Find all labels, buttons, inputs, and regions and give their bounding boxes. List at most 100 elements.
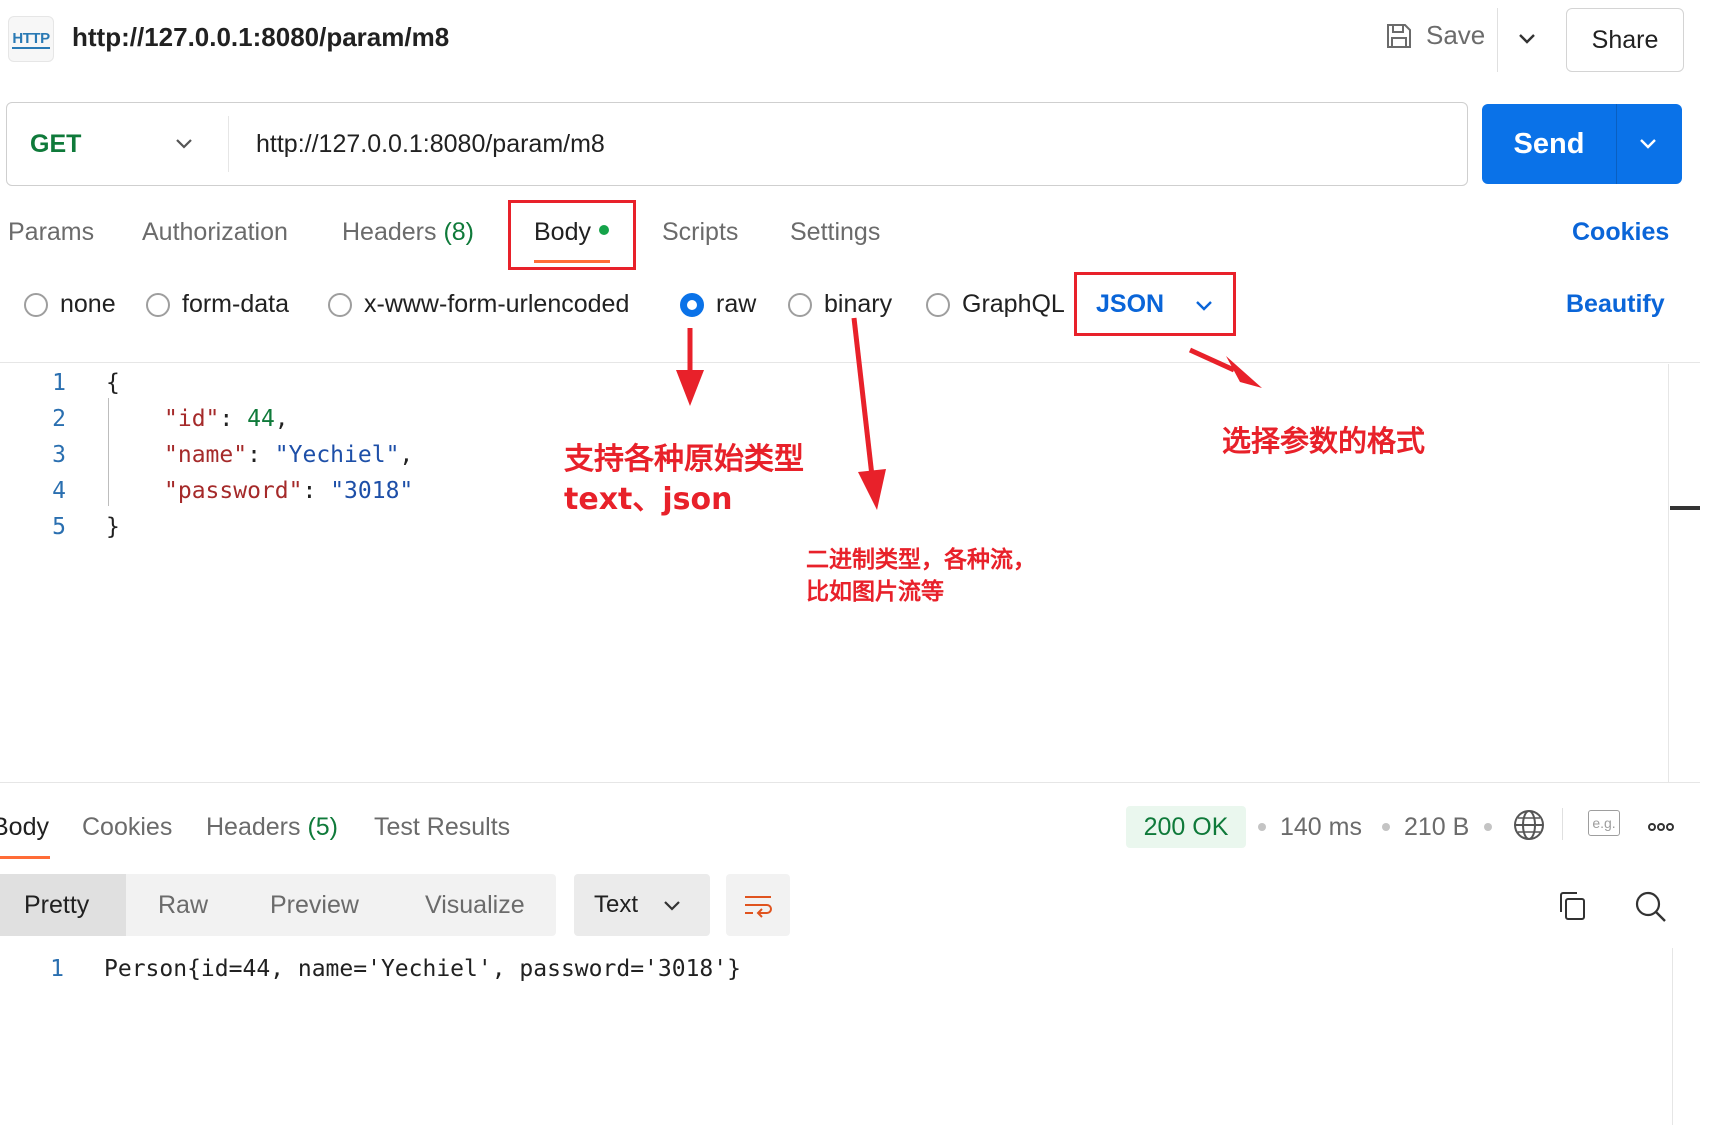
tab-headers-label: Headers (342, 218, 437, 246)
json-value-id: 44 (247, 406, 275, 432)
meta-separator (1258, 823, 1266, 831)
response-line-number: 1 (50, 956, 64, 982)
json-value-password: "3018" (330, 478, 414, 504)
code-line[interactable]: } (106, 514, 120, 540)
line-number: 3 (52, 442, 66, 468)
http-icon-label: HTTP (12, 29, 50, 49)
radio-none-circle[interactable] (24, 292, 48, 317)
response-size[interactable]: 210 B (1404, 813, 1469, 842)
search-icon[interactable] (1634, 890, 1668, 924)
chevron-down-icon[interactable] (1634, 130, 1662, 158)
radio-urlencoded-label: x-www-form-urlencoded (364, 290, 630, 318)
response-tab-body[interactable]: Body (0, 813, 49, 842)
url-bar (6, 102, 1468, 186)
annotation-raw-line1: 支持各种原始类型 (564, 442, 804, 477)
example-icon[interactable]: e.g. (1588, 810, 1620, 836)
radio-none-label: none (60, 290, 116, 318)
annotation-format: 选择参数的格式 (1222, 424, 1426, 458)
radio-binary-label: binary (824, 290, 893, 318)
http-request-icon: HTTP (8, 16, 54, 62)
code-line[interactable]: "password": "3018" (164, 478, 413, 504)
response-format-select[interactable]: Text (574, 874, 710, 936)
response-content[interactable]: Person{id=44, name='Yechiel', password='… (104, 956, 741, 982)
copy-icon[interactable] (1556, 890, 1588, 922)
line-number: 1 (52, 370, 66, 396)
view-visualize[interactable]: Visualize (425, 874, 525, 936)
save-label: Save (1426, 20, 1486, 50)
globe-icon[interactable] (1512, 808, 1546, 842)
radio-raw[interactable]: raw (680, 290, 756, 319)
save-icon (1387, 23, 1411, 48)
tab-scripts[interactable]: Scripts (662, 218, 738, 247)
response-tab-headers[interactable]: Headers (5) (206, 813, 338, 842)
url-input[interactable]: http://127.0.0.1:8080/param/m8 (256, 130, 605, 159)
more-icon[interactable] (1646, 812, 1676, 842)
editor-bottom-border (0, 782, 1700, 783)
chevron-down-icon[interactable] (170, 130, 198, 158)
response-active-tab-indicator (0, 856, 50, 859)
cookies-link[interactable]: Cookies (1572, 218, 1669, 247)
response-headers-count: (5) (307, 813, 339, 841)
editor-scroll-marker (1670, 506, 1700, 510)
tab-params[interactable]: Params (8, 218, 94, 247)
line-number: 5 (52, 514, 66, 540)
share-button[interactable]: Share (1566, 8, 1684, 72)
tab-headers[interactable]: Headers (8) (342, 218, 474, 247)
line-number: 2 (52, 406, 66, 432)
view-preview[interactable]: Preview (270, 874, 359, 936)
json-value-name: "Yechiel" (274, 442, 400, 468)
tab-authorization[interactable]: Authorization (142, 218, 288, 247)
annotation-raw-line2: text、json (564, 482, 733, 517)
radio-urlencoded-circle[interactable] (328, 292, 352, 317)
method-select[interactable]: GET (30, 130, 81, 159)
wrap-lines-button[interactable] (726, 874, 790, 936)
chevron-down-icon (664, 901, 680, 911)
radio-graphql-circle[interactable] (926, 292, 950, 317)
send-separator (1616, 104, 1617, 184)
json-key-password: "password" (164, 478, 303, 504)
view-pretty[interactable]: Pretty (0, 874, 126, 936)
meta-divider (1562, 808, 1563, 840)
radio-urlencoded[interactable]: x-www-form-urlencoded (328, 290, 629, 319)
send-button[interactable]: Send (1482, 104, 1616, 184)
annotation-box-json (1074, 272, 1236, 336)
annotation-binary-line2: 比如图片流等 (806, 579, 944, 605)
beautify-link[interactable]: Beautify (1566, 290, 1665, 319)
status-badge[interactable]: 200 OK (1126, 806, 1246, 848)
radio-form-data-label: form-data (182, 290, 289, 318)
response-tab-headers-label: Headers (206, 813, 301, 841)
indent-guide (108, 398, 109, 506)
code-line[interactable]: { (106, 370, 120, 396)
radio-binary[interactable]: binary (788, 290, 892, 319)
header-divider (1497, 8, 1498, 72)
line-number: 4 (52, 478, 66, 504)
radio-raw-circle[interactable] (680, 292, 704, 317)
tab-headers-count: (8) (443, 218, 475, 246)
response-tab-cookies[interactable]: Cookies (82, 813, 172, 842)
annotation-box-body (508, 200, 636, 270)
editor-scrollbar[interactable] (1668, 364, 1669, 782)
radio-binary-circle[interactable] (788, 292, 812, 317)
json-key-name: "name" (164, 442, 248, 468)
request-title[interactable]: http://127.0.0.1:8080/param/m8 (72, 22, 449, 53)
json-key-id: "id" (164, 406, 220, 432)
url-separator (228, 116, 229, 172)
annotation-binary-line1: 二进制类型，各种流， (806, 547, 1036, 573)
radio-graphql[interactable]: GraphQL (926, 290, 1065, 319)
response-time[interactable]: 140 ms (1280, 813, 1362, 842)
radio-raw-label: raw (716, 290, 757, 318)
view-raw[interactable]: Raw (158, 874, 208, 936)
code-line[interactable]: "name": "Yechiel", (164, 442, 413, 468)
radio-form-data-circle[interactable] (146, 292, 170, 317)
response-tab-test-results[interactable]: Test Results (374, 813, 510, 842)
chevron-down-icon[interactable] (1512, 24, 1542, 54)
save-button[interactable]: Save (1384, 20, 1485, 51)
response-format-label: Text (594, 891, 639, 918)
tab-settings[interactable]: Settings (790, 218, 880, 247)
code-line[interactable]: "id": 44, (164, 406, 289, 432)
close-brace: } (106, 514, 120, 540)
radio-form-data[interactable]: form-data (146, 290, 289, 319)
open-brace: { (106, 370, 120, 396)
radio-none[interactable]: none (24, 290, 116, 319)
response-scrollbar[interactable] (1672, 948, 1673, 1125)
